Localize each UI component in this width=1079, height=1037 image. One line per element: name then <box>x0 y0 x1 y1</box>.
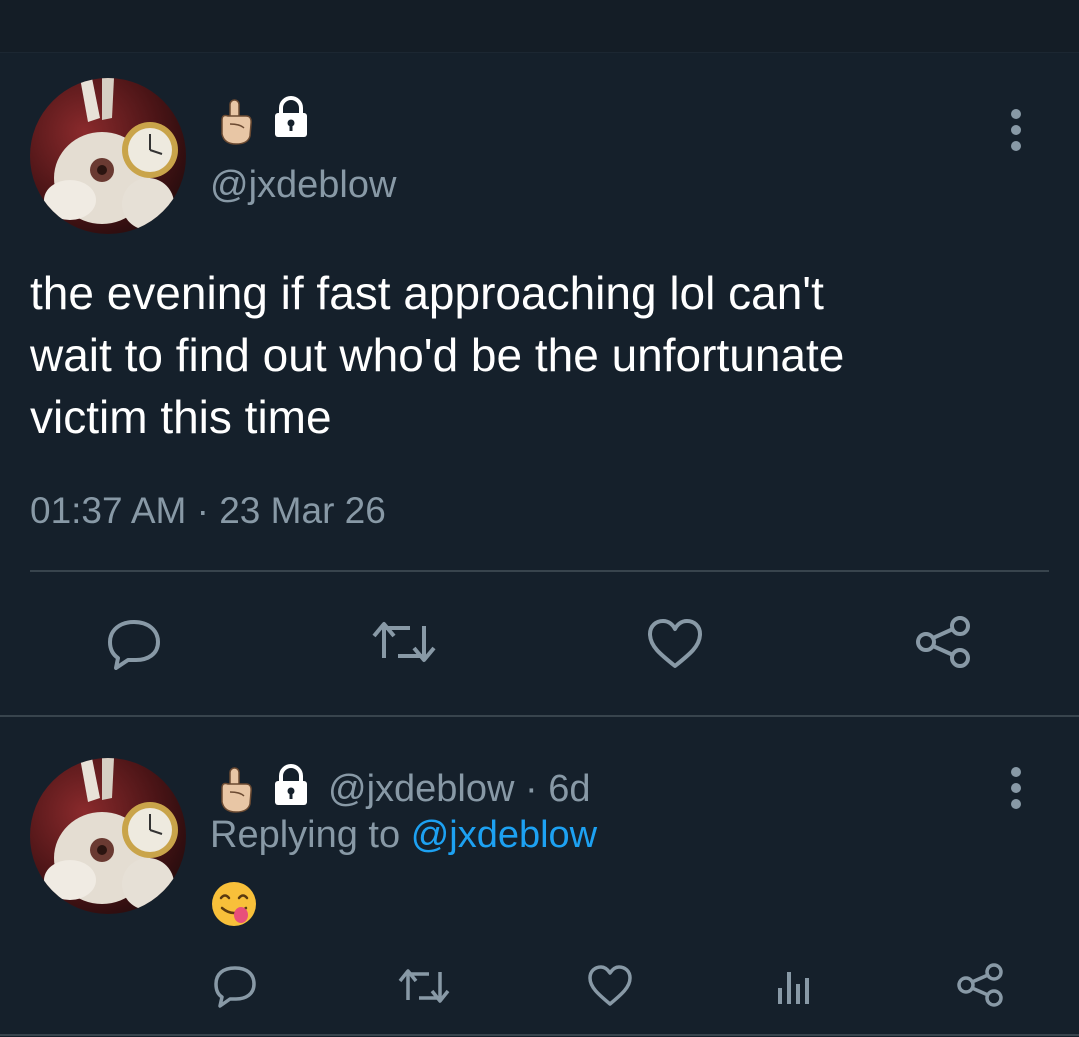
reply-handle[interactable]: @jxdeblow <box>328 768 514 810</box>
like-icon[interactable] <box>586 964 634 1008</box>
replying-to: Replying to @jxdeblow <box>210 814 597 857</box>
tweet-text-line: wait to find out who'd be the unfortunat… <box>30 329 845 381</box>
share-icon[interactable] <box>956 962 1004 1008</box>
rabbit-avatar-icon <box>30 78 186 234</box>
reply-icon[interactable] <box>106 614 162 670</box>
tweet-timestamp: 01:37 AM · 23 Mar 26 <box>30 490 386 532</box>
avatar[interactable] <box>30 78 186 234</box>
pointing-finger-emoji <box>216 98 256 146</box>
tweet-separator <box>0 715 1079 717</box>
tweet-text-line: victim this time <box>30 391 332 443</box>
yum-face-emoji <box>210 880 258 928</box>
tweet-time: 01:37 AM <box>30 490 187 531</box>
retweet-icon[interactable] <box>396 966 452 1006</box>
more-options-icon[interactable] <box>1004 108 1028 152</box>
tweet-text: the evening if fast approaching lol can'… <box>30 262 1030 448</box>
reply-age: · 6d <box>525 768 591 810</box>
share-icon[interactable] <box>914 614 972 670</box>
meta-separator: · <box>196 490 209 531</box>
tweet-date: 23 Mar 26 <box>219 490 386 531</box>
analytics-icon[interactable] <box>774 966 814 1006</box>
like-icon[interactable] <box>646 618 704 670</box>
tweet-text-line: the evening if fast approaching lol can'… <box>30 267 824 319</box>
rabbit-avatar-icon <box>30 758 186 914</box>
retweet-icon[interactable] <box>370 618 438 666</box>
replying-to-label: Replying to <box>210 814 401 856</box>
reply-username-handle[interactable]: @jxdeblow · 6d <box>328 768 590 811</box>
lock-icon <box>270 96 312 138</box>
pointing-finger-emoji <box>216 766 256 814</box>
divider <box>30 570 1049 572</box>
reply-avatar[interactable] <box>30 758 186 914</box>
replying-to-mention[interactable]: @jxdeblow <box>411 814 597 856</box>
more-options-icon[interactable] <box>1004 766 1028 810</box>
bottom-divider <box>0 1034 1079 1036</box>
lock-icon <box>270 764 312 806</box>
reply-icon[interactable] <box>212 962 258 1008</box>
top-bar <box>0 0 1079 53</box>
username-handle[interactable]: @jxdeblow <box>210 164 396 207</box>
